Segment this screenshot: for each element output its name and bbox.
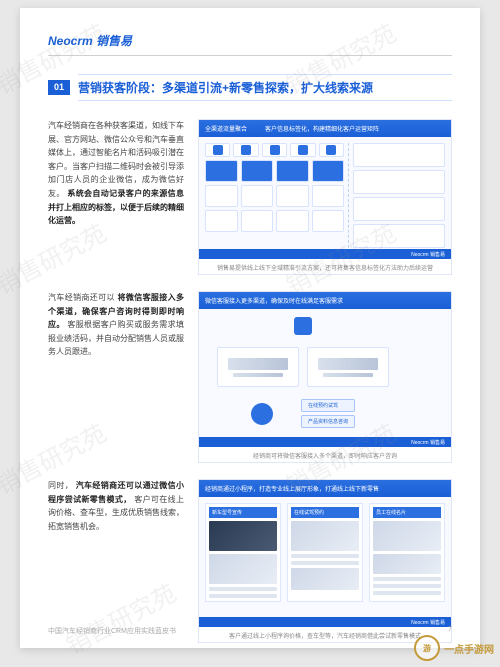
card-tile xyxy=(241,210,274,232)
col2-header: 在线试驾预约 xyxy=(291,507,359,518)
avatar-icon xyxy=(294,317,312,335)
figure-1-footer: Neocrm 销售易 xyxy=(199,249,451,259)
section-header: 01 营销获客阶段：多渠道引流+新零售探索，扩大线索来源 xyxy=(48,74,452,101)
chat-card xyxy=(307,347,389,387)
tag-panel xyxy=(353,197,445,221)
qr-tile xyxy=(241,160,274,182)
car-thumb xyxy=(291,568,359,590)
badge-icon: 游 xyxy=(414,635,440,661)
figure-2: 微信客服接入更多渠道，确保及时在线满足客服需求 xyxy=(198,291,452,463)
site-watermark: 游 一点手游网 xyxy=(414,635,494,661)
figure-1-caption: 销售易提供线上线下全域精准引流方案，还可将集客信息标签化方法助力后续运营 xyxy=(199,259,451,274)
card-tile xyxy=(312,185,345,207)
channel-tile xyxy=(262,143,287,157)
content-row-1: 汽车经销商在各种获客渠道，如线下车展、官方网站、微信公众号和汽车垂直媒体上，通过… xyxy=(48,119,452,275)
section-number: 01 xyxy=(48,80,70,95)
channel-tile xyxy=(290,143,315,157)
card-tile xyxy=(205,210,238,232)
para3-t1: 同时， xyxy=(48,481,73,490)
miniapp-col-3: 员工在线名片 xyxy=(369,503,445,602)
figure-3-header: 经销商通过小程序，打造专业线上展厅形象，打通线上线下新零售 xyxy=(199,480,451,497)
col1-header: 新车型号宣传 xyxy=(209,507,277,518)
car-thumb xyxy=(291,521,359,551)
site-name: 一点手游网 xyxy=(444,641,494,656)
figure-3: 经销商通过小程序，打造专业线上展厅形象，打通线上线下新零售 新车型号宣传 在线试… xyxy=(198,479,452,643)
para2-t1: 汽车经销商还可以 xyxy=(48,293,115,302)
card-tile xyxy=(276,210,309,232)
qr-tile xyxy=(312,160,345,182)
content-row-2: 汽车经销商还可以 将微信客服接入多个渠道，确保客户咨询时得到即时响应。 客服根据… xyxy=(48,291,452,463)
tag-panel xyxy=(353,143,445,167)
footer-title: 中国汽车经销商行业CRM应用实践蓝皮书 xyxy=(48,626,176,636)
card-tile xyxy=(241,185,274,207)
channel-tile xyxy=(233,143,258,157)
figure-1: 全渠道流量聚合 客户信息标签化，构建精细化客户运营矩阵 xyxy=(198,119,452,275)
service-icon xyxy=(251,403,273,425)
action-button: 在线预约试驾 xyxy=(301,399,355,412)
figure-2-caption: 经销商可将微信客服接入多个渠道，即时响应客户咨询 xyxy=(199,447,451,462)
paragraph-1: 汽车经销商在各种获客渠道，如线下车展、官方网站、微信公众号和汽车垂直媒体上，通过… xyxy=(48,119,184,228)
figure-3-body: 新车型号宣传 在线试驾预约 员工在线名片 xyxy=(199,497,451,617)
action-button: 产品资料信息咨询 xyxy=(301,415,355,428)
para2-t2: 客服根据客户购买或服务需求填报业绩活码，并自动分配销售人员或服务人员跟进。 xyxy=(48,320,184,356)
section-title: 营销获客阶段：多渠道引流+新零售探索，扩大线索来源 xyxy=(78,74,452,101)
car-thumb xyxy=(209,521,277,551)
figure-2-footer: Neocrm 销售易 xyxy=(199,437,451,447)
figure-1-header: 全渠道流量聚合 客户信息标签化，构建精细化客户运营矩阵 xyxy=(199,120,451,137)
tag-panel xyxy=(353,224,445,248)
channel-tile xyxy=(205,143,230,157)
fig3-h1: 经销商通过小程序，打造专业线上展厅形象，打通线上线下新零售 xyxy=(205,484,379,493)
qr-tile xyxy=(276,160,309,182)
qr-tile xyxy=(205,160,238,182)
car-thumb xyxy=(373,554,441,574)
chat-card xyxy=(217,347,299,387)
channel-tile xyxy=(319,143,344,157)
page-footer: 中国汽车经销商行业CRM应用实践蓝皮书 7 xyxy=(48,626,452,636)
figure-2-body: 在线预约试驾 产品资料信息咨询 xyxy=(199,309,451,437)
para1-bold: 系统会自动记录客户的来源信息并打上相应的标签，以便于后续的精细化运营。 xyxy=(48,189,184,225)
fig2-h1: 微信客服接入更多渠道，确保及时在线满足客服需求 xyxy=(205,296,343,305)
paragraph-3: 同时， 汽车经销商还可以通过微信小程序尝试新零售模式， 客户可在线上询价格、查车… xyxy=(48,479,184,533)
tag-panel xyxy=(353,170,445,194)
fig1-h1: 全渠道流量聚合 xyxy=(205,124,247,133)
miniapp-col-2: 在线试驾预约 xyxy=(287,503,363,602)
card-tile xyxy=(312,210,345,232)
figure-1-body xyxy=(199,137,451,249)
para1-text: 汽车经销商在各种获客渠道，如线下车展、官方网站、微信公众号和汽车垂直媒体上，通过… xyxy=(48,121,184,198)
card-tile xyxy=(276,185,309,207)
car-thumb xyxy=(373,521,441,551)
card-tile xyxy=(205,185,238,207)
brand-header: Neocrm 销售易 xyxy=(48,32,452,56)
car-thumb xyxy=(209,554,277,584)
fig1-h2: 客户信息标签化，构建精细化客户运营矩阵 xyxy=(265,124,379,133)
paragraph-2: 汽车经销商还可以 将微信客服接入多个渠道，确保客户咨询时得到即时响应。 客服根据… xyxy=(48,291,184,359)
document-page: Neocrm 销售易 01 营销获客阶段：多渠道引流+新零售探索，扩大线索来源 … xyxy=(20,8,480,648)
col3-header: 员工在线名片 xyxy=(373,507,441,518)
miniapp-col-1: 新车型号宣传 xyxy=(205,503,281,602)
figure-2-header: 微信客服接入更多渠道，确保及时在线满足客服需求 xyxy=(199,292,451,309)
content-row-3: 同时， 汽车经销商还可以通过微信小程序尝试新零售模式， 客户可在线上询价格、查车… xyxy=(48,479,452,643)
